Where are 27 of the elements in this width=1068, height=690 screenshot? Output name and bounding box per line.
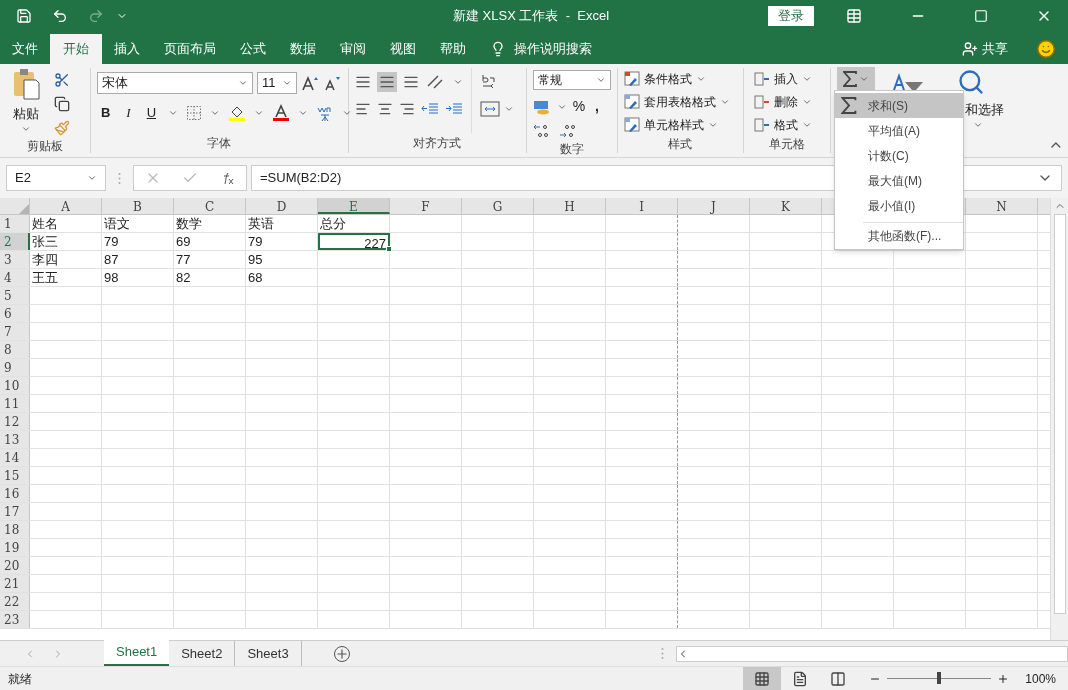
cell-text: 98	[104, 269, 120, 286]
group-label: 样式	[667, 136, 694, 153]
group-label: 单元格	[768, 136, 807, 153]
cell-text: 79	[104, 233, 120, 250]
group-label: 数字	[558, 141, 585, 158]
cell-text: 李四	[32, 251, 59, 268]
cell-text: 总分	[320, 215, 347, 232]
group-label: 对齐方式	[412, 135, 463, 152]
cell-text: 227	[363, 235, 386, 252]
cell-text: 77	[176, 251, 192, 268]
cell-text: 王五	[32, 269, 59, 286]
cell-text: 87	[104, 251, 120, 268]
zoom-level: 100%	[1025, 670, 1056, 688]
cell-text: 82	[176, 269, 192, 286]
status-text: 就绪	[8, 670, 32, 688]
cell-text: 69	[176, 233, 192, 250]
cell-text: 英语	[248, 215, 275, 232]
cell-text: 数学	[176, 215, 203, 232]
window-title: 新建 XLSX 工作表 - Excel	[453, 7, 610, 26]
cell-text: 语文	[104, 215, 131, 232]
group-label: 字体	[206, 135, 233, 152]
cell-text: 95	[248, 251, 264, 268]
cell-text: 68	[248, 269, 264, 286]
cell-text: 张三	[32, 233, 59, 250]
group-label: 剪贴板	[25, 138, 64, 155]
cell-text: 79	[248, 233, 264, 250]
cell-text: 姓名	[32, 215, 59, 232]
